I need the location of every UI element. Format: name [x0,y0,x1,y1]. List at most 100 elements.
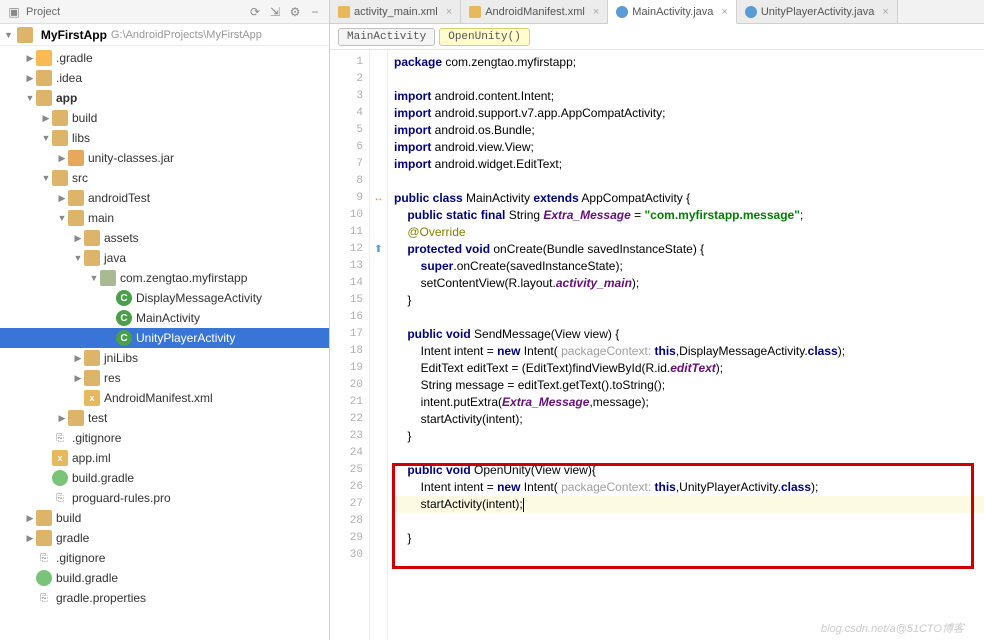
code-line[interactable]: EditText editText = (EditText)findViewBy… [394,360,984,377]
tree-item[interactable]: ⎘gradle.properties [0,588,329,608]
tree-item[interactable]: ▶test [0,408,329,428]
expand-arrow-icon[interactable]: ▶ [24,513,36,524]
code-line[interactable]: } [394,530,984,547]
tree-item[interactable]: ▼java [0,248,329,268]
expand-arrow-icon[interactable]: ▶ [56,153,68,164]
close-tab-icon[interactable]: × [882,6,888,18]
line-number: 7 [330,156,369,173]
tree-item[interactable]: ▶gradle [0,528,329,548]
tree-item[interactable]: CUnityPlayerActivity [0,328,329,348]
collapse-icon[interactable]: ⇲ [267,4,283,20]
code-area[interactable]: package com.zengtao.myfirstapp; import an… [388,50,984,640]
expand-arrow-icon[interactable]: ▼ [56,213,68,223]
editor-tab[interactable]: UnityPlayerActivity.java× [737,0,898,23]
editor-tab[interactable]: AndroidManifest.xml× [461,0,608,23]
tree-item[interactable]: CDisplayMessageActivity [0,288,329,308]
project-root[interactable]: ▼ MyFirstApp G:\AndroidProjects\MyFirstA… [0,24,329,46]
tree-item[interactable]: ⎘proguard-rules.pro [0,488,329,508]
expand-arrow-icon[interactable]: ▶ [24,533,36,544]
code-line[interactable] [394,445,984,462]
tree-item[interactable]: ▼libs [0,128,329,148]
tree-item[interactable]: ▼app [0,88,329,108]
code-line[interactable] [394,547,984,564]
code-line[interactable]: import android.content.Intent; [394,88,984,105]
expand-icon[interactable]: ▼ [4,30,13,40]
editor-area: activity_main.xml×AndroidManifest.xml×Ma… [330,0,984,640]
code-line[interactable] [394,309,984,326]
code-line[interactable]: public static final String Extra_Message… [394,207,984,224]
expand-arrow-icon[interactable]: ▶ [24,53,36,64]
code-line[interactable]: public void SendMessage(View view) { [394,326,984,343]
code-editor[interactable]: 1234567891011121314151617181920212223242… [330,50,984,640]
code-line[interactable]: setContentView(R.layout.activity_main); [394,275,984,292]
code-line[interactable]: @Override [394,224,984,241]
expand-arrow-icon[interactable]: ▶ [72,373,84,384]
code-line[interactable] [394,173,984,190]
hide-icon[interactable]: − [307,4,323,20]
expand-arrow-icon[interactable]: ▶ [24,73,36,84]
expand-arrow-icon[interactable]: ▶ [56,413,68,424]
tree-item[interactable]: build.gradle [0,468,329,488]
code-line[interactable]: protected void onCreate(Bundle savedInst… [394,241,984,258]
code-line[interactable] [394,71,984,88]
code-line[interactable]: startActivity(intent); [394,411,984,428]
line-number: 29 [330,530,369,547]
tree-item[interactable]: ▶.gradle [0,48,329,68]
code-line[interactable]: super.onCreate(savedInstanceState); [394,258,984,275]
tree-item[interactable]: ▶res [0,368,329,388]
code-line[interactable]: } [394,428,984,445]
expand-arrow-icon[interactable]: ▼ [24,93,36,103]
tree-item[interactable]: ▼main [0,208,329,228]
code-line[interactable]: startActivity(intent); [394,496,984,513]
close-tab-icon[interactable]: × [446,6,452,18]
gear-icon[interactable]: ⚙ [287,4,303,20]
code-line[interactable]: String message = editText.getText().toSt… [394,377,984,394]
tree-item[interactable]: ▶assets [0,228,329,248]
tree-item[interactable]: ▶build [0,508,329,528]
code-line[interactable]: import android.support.v7.app.AppCompatA… [394,105,984,122]
tree-item[interactable]: ▶androidTest [0,188,329,208]
close-tab-icon[interactable]: × [593,6,599,18]
code-line[interactable]: Intent intent = new Intent( packageConte… [394,343,984,360]
code-line[interactable]: package com.zengtao.myfirstapp; [394,54,984,71]
expand-arrow-icon[interactable]: ▼ [72,253,84,263]
expand-arrow-icon[interactable]: ▼ [88,273,100,283]
code-line[interactable]: public class MainActivity extends AppCom… [394,190,984,207]
dir-icon [84,370,100,386]
line-number: 19 [330,360,369,377]
editor-tab[interactable]: activity_main.xml× [330,0,461,23]
tree-item[interactable]: xapp.iml [0,448,329,468]
sync-icon[interactable]: ⟳ [247,4,263,20]
code-line[interactable] [394,513,984,530]
tree-item[interactable]: ▶jniLibs [0,348,329,368]
close-tab-icon[interactable]: × [721,6,727,18]
tree-item[interactable]: ⎘.gitignore [0,428,329,448]
project-tree[interactable]: ▶.gradle▶.idea▼app▶build▼libs▶unity-clas… [0,46,329,640]
tree-item[interactable]: ▶.idea [0,68,329,88]
code-line[interactable]: Intent intent = new Intent( packageConte… [394,479,984,496]
code-line[interactable]: } [394,292,984,309]
editor-tab[interactable]: MainActivity.java× [608,0,737,24]
expand-arrow-icon[interactable]: ▼ [40,173,52,183]
tree-item[interactable]: ▶build [0,108,329,128]
breadcrumb-chip[interactable]: OpenUnity() [439,28,530,46]
expand-arrow-icon[interactable]: ▼ [40,133,52,143]
tree-item[interactable]: ▼src [0,168,329,188]
tree-item[interactable]: ▼com.zengtao.myfirstapp [0,268,329,288]
tree-item[interactable]: build.gradle [0,568,329,588]
tree-item[interactable]: CMainActivity [0,308,329,328]
breadcrumb-chip[interactable]: MainActivity [338,28,435,46]
expand-arrow-icon[interactable]: ▶ [72,233,84,244]
expand-arrow-icon[interactable]: ▶ [72,353,84,364]
expand-arrow-icon[interactable]: ▶ [40,113,52,124]
code-line[interactable]: intent.putExtra(Extra_Message,message); [394,394,984,411]
tree-item[interactable]: ⎘.gitignore [0,548,329,568]
tree-item[interactable]: ▶unity-classes.jar [0,148,329,168]
line-number: 18 [330,343,369,360]
code-line[interactable]: public void OpenUnity(View view){ [394,462,984,479]
tree-item[interactable]: xAndroidManifest.xml [0,388,329,408]
expand-arrow-icon[interactable]: ▶ [56,193,68,204]
code-line[interactable]: import android.os.Bundle; [394,122,984,139]
code-line[interactable]: import android.view.View; [394,139,984,156]
code-line[interactable]: import android.widget.EditText; [394,156,984,173]
